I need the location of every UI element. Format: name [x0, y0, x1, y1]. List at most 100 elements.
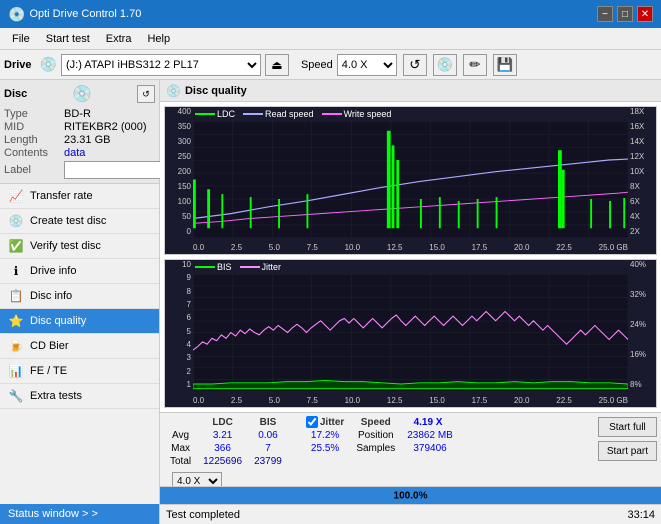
drive-icon: 💿 [40, 56, 57, 73]
disc-panel-icon: 💿 [72, 84, 92, 104]
nav-disc-quality-label: Disc quality [30, 315, 86, 327]
max-label: Max [164, 442, 197, 455]
nav-extra-tests[interactable]: 🔧 Extra tests [0, 384, 159, 409]
save-button[interactable]: 💾 [493, 54, 517, 76]
nav-items: 📈 Transfer rate 💿 Create test disc ✅ Ver… [0, 184, 159, 504]
disc-info-icon: 📋 [8, 289, 24, 303]
disc-panel-title: Disc [4, 88, 27, 100]
edit-button[interactable]: ✏ [463, 54, 487, 76]
type-value: BD-R [64, 108, 91, 120]
main-content: Disc 💿 ↺ Type BD-R MID RITEKBR2 (000) Le… [0, 80, 661, 524]
menu-extra[interactable]: Extra [98, 31, 140, 47]
chart2-y-axis-right: 40% 32% 24% 16% 8% [628, 260, 656, 389]
menubar: File Start test Extra Help [0, 28, 661, 50]
refresh-button[interactable]: ↺ [403, 54, 427, 76]
drive-info-icon: ℹ [8, 264, 24, 278]
verify-test-disc-icon: ✅ [8, 239, 24, 253]
length-value: 23.31 GB [64, 134, 110, 146]
total-ldc: 1225696 [197, 455, 248, 468]
chart2-svg [193, 274, 628, 391]
stats-table-container: LDC BIS Jitter Speed 4.19 X [164, 415, 459, 490]
contents-key: Contents [4, 147, 64, 159]
progress-text: 100.0% [394, 490, 428, 501]
app-icon: 💿 [8, 6, 25, 23]
speed-label: Speed [301, 59, 333, 71]
drivebar: Drive 💿 (J:) ATAPI iHBS312 2 PL17 ⏏ Spee… [0, 50, 661, 80]
max-ldc: 366 [197, 442, 248, 455]
nav-transfer-rate[interactable]: 📈 Transfer rate [0, 184, 159, 209]
disc-refresh-button[interactable]: ↺ [137, 85, 155, 103]
chart2-legend: BIS Jitter [195, 262, 281, 272]
bis-chart: BIS Jitter 10 9 8 7 6 5 4 3 [164, 259, 657, 408]
drive-select[interactable]: (J:) ATAPI iHBS312 2 PL17 [61, 54, 261, 76]
avg-label: Avg [164, 429, 197, 442]
nav-disc-quality[interactable]: ⭐ Disc quality [0, 309, 159, 334]
chart2-y-axis-left: 10 9 8 7 6 5 4 3 2 1 [165, 260, 193, 389]
minimize-button[interactable]: − [597, 6, 613, 22]
maximize-button[interactable]: □ [617, 6, 633, 22]
speed-select[interactable]: 4.0 X [337, 54, 397, 76]
nav-cd-bier-label: CD Bier [30, 340, 69, 352]
menu-help[interactable]: Help [139, 31, 178, 47]
write-speed-legend-item: Write speed [322, 109, 392, 119]
avg-jitter: 17.2% [300, 429, 350, 442]
nav-cd-bier[interactable]: 🍺 CD Bier [0, 334, 159, 359]
disc-panel: Disc 💿 ↺ Type BD-R MID RITEKBR2 (000) Le… [0, 80, 159, 184]
nav-disc-info[interactable]: 📋 Disc info [0, 284, 159, 309]
bis-legend-label: BIS [217, 262, 232, 272]
chart2-plot [193, 274, 628, 391]
nav-transfer-rate-label: Transfer rate [30, 190, 93, 202]
menu-start-test[interactable]: Start test [38, 31, 98, 47]
status-footer: Test completed 33:14 [160, 504, 661, 524]
speed-display-value: 4.19 X [414, 417, 443, 428]
disc-quality-icon: ⭐ [8, 314, 24, 328]
menu-file[interactable]: File [4, 31, 38, 47]
close-button[interactable]: ✕ [637, 6, 653, 22]
jitter-legend-label: Jitter [262, 262, 282, 272]
nav-drive-info[interactable]: ℹ Drive info [0, 259, 159, 284]
ldc-chart: LDC Read speed Write speed 400 350 30 [164, 106, 657, 255]
samples-value: 379406 [401, 442, 459, 455]
read-speed-legend-item: Read speed [243, 109, 314, 119]
avg-row: Avg 3.21 0.06 17.2% Position 23862 MB [164, 429, 459, 442]
right-panel: 💿 Disc quality LDC Read speed [160, 80, 661, 524]
jitter-legend-dot [240, 266, 260, 268]
read-speed-legend-dot [243, 113, 263, 115]
nav-verify-test-disc[interactable]: ✅ Verify test disc [0, 234, 159, 259]
status-window-button[interactable]: Status window > > [0, 504, 159, 524]
chart-titlebar: 💿 Disc quality [160, 80, 661, 102]
ldc-legend-item: LDC [195, 109, 235, 119]
cd-button[interactable]: 💿 [433, 54, 457, 76]
position-label: Position [350, 429, 401, 442]
col-empty2 [288, 415, 300, 429]
nav-create-test-disc[interactable]: 💿 Create test disc [0, 209, 159, 234]
eject-button[interactable]: ⏏ [265, 54, 289, 76]
start-full-button[interactable]: Start full [598, 417, 657, 437]
nav-verify-test-disc-label: Verify test disc [30, 240, 101, 252]
col-jitter: Jitter [300, 415, 350, 429]
progress-bar-container: 100.0% [160, 486, 661, 504]
sidebar: Disc 💿 ↺ Type BD-R MID RITEKBR2 (000) Le… [0, 80, 160, 524]
chart1-svg [193, 121, 628, 238]
samples-label: Samples [350, 442, 401, 455]
chart1-y-axis-left: 400 350 300 250 200 150 100 50 0 [165, 107, 193, 236]
chart-title-icon: 💿 [166, 84, 181, 98]
chart-title: Disc quality [185, 85, 247, 97]
jitter-checkbox[interactable] [306, 416, 318, 428]
nav-create-test-disc-label: Create test disc [30, 215, 106, 227]
jitter-legend-item: Jitter [240, 262, 282, 272]
nav-extra-tests-label: Extra tests [30, 390, 82, 402]
nav-drive-info-label: Drive info [30, 265, 76, 277]
bis-legend-item: BIS [195, 262, 232, 272]
status-window-label: Status window > > [8, 508, 98, 520]
stats-bar: LDC BIS Jitter Speed 4.19 X [160, 412, 661, 486]
chart1-plot [193, 121, 628, 238]
nav-disc-info-label: Disc info [30, 290, 72, 302]
max-bis: 7 [248, 442, 288, 455]
fe-te-icon: 📊 [8, 364, 24, 378]
col-speed-val: 4.19 X [401, 415, 459, 429]
action-buttons: Start full Start part [598, 415, 657, 461]
total-bis: 23799 [248, 455, 288, 468]
nav-fe-te[interactable]: 📊 FE / TE [0, 359, 159, 384]
start-part-button[interactable]: Start part [598, 441, 657, 461]
